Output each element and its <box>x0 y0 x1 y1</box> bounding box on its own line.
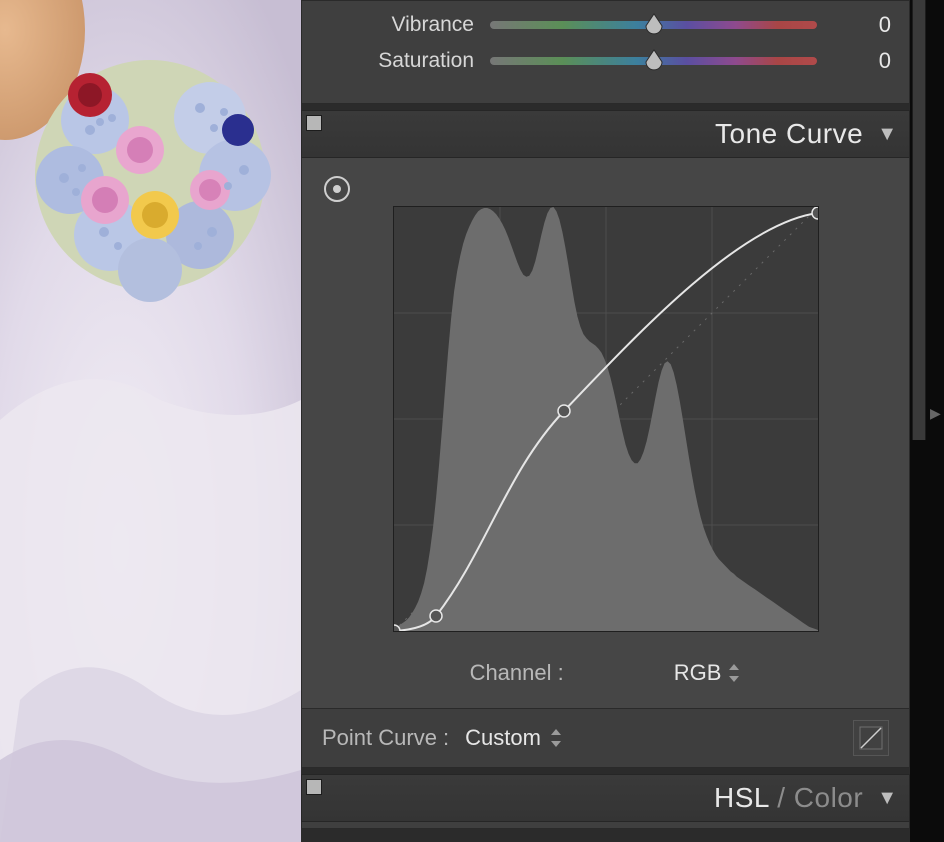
tone-curve-svg[interactable] <box>394 207 818 631</box>
point-curve-label: Point Curve : <box>322 725 449 751</box>
curve-point[interactable] <box>812 207 818 219</box>
saturation-slider[interactable] <box>490 57 817 65</box>
saturation-value[interactable]: 0 <box>835 48 897 74</box>
targeted-adjustment-icon[interactable] <box>324 176 350 202</box>
slider-knob-icon[interactable] <box>644 13 664 35</box>
vibrance-slider[interactable] <box>490 21 817 29</box>
tone-curve-header[interactable]: Tone Curve ▼ <box>301 110 910 158</box>
expand-right-icon[interactable]: ▶ <box>930 405 941 422</box>
preview-illustration <box>0 0 301 842</box>
develop-panels: Vibrance 0 Saturation 0 <box>301 0 910 842</box>
vibrance-value[interactable]: 0 <box>835 12 897 38</box>
channel-row: Channel : RGB <box>320 660 891 686</box>
stepper-icon[interactable] <box>551 729 563 747</box>
curve-mode-button[interactable] <box>853 720 889 756</box>
basic-panel-tail: Vibrance 0 Saturation 0 <box>301 0 910 104</box>
point-curve-bar: Point Curve : Custom <box>301 708 910 768</box>
hsl-color-header[interactable]: HSL / Color ▼ <box>301 774 910 822</box>
panel-toggle-icon[interactable] <box>306 115 322 131</box>
slider-knob-icon[interactable] <box>644 49 664 71</box>
saturation-row: Saturation 0 <box>314 43 897 79</box>
curve-mode-icon <box>859 726 883 750</box>
image-preview[interactable] <box>0 0 301 842</box>
panel-toggle-icon[interactable] <box>306 779 322 795</box>
tone-curve-editor[interactable] <box>393 206 819 632</box>
curve-point[interactable] <box>430 610 442 622</box>
stepper-icon[interactable] <box>729 664 741 682</box>
hsl-color-title: HSL / Color <box>714 782 863 814</box>
chevron-down-icon[interactable]: ▼ <box>877 124 897 144</box>
point-curve-select[interactable]: Custom <box>465 725 563 751</box>
app-root: Vibrance 0 Saturation 0 <box>0 0 944 842</box>
tone-curve-panel: Channel : RGB <box>301 158 910 708</box>
right-gutter: ▶ <box>910 0 944 842</box>
saturation-label: Saturation <box>314 49 490 73</box>
curve-point[interactable] <box>558 405 570 417</box>
vibrance-label: Vibrance <box>314 13 490 37</box>
channel-label: Channel : <box>470 660 564 686</box>
panel-scrollbar[interactable] <box>912 0 926 440</box>
channel-select[interactable]: RGB <box>674 660 742 686</box>
chevron-down-icon[interactable]: ▼ <box>877 788 897 808</box>
tone-curve-title: Tone Curve <box>715 118 863 150</box>
vibrance-row: Vibrance 0 <box>314 7 897 43</box>
